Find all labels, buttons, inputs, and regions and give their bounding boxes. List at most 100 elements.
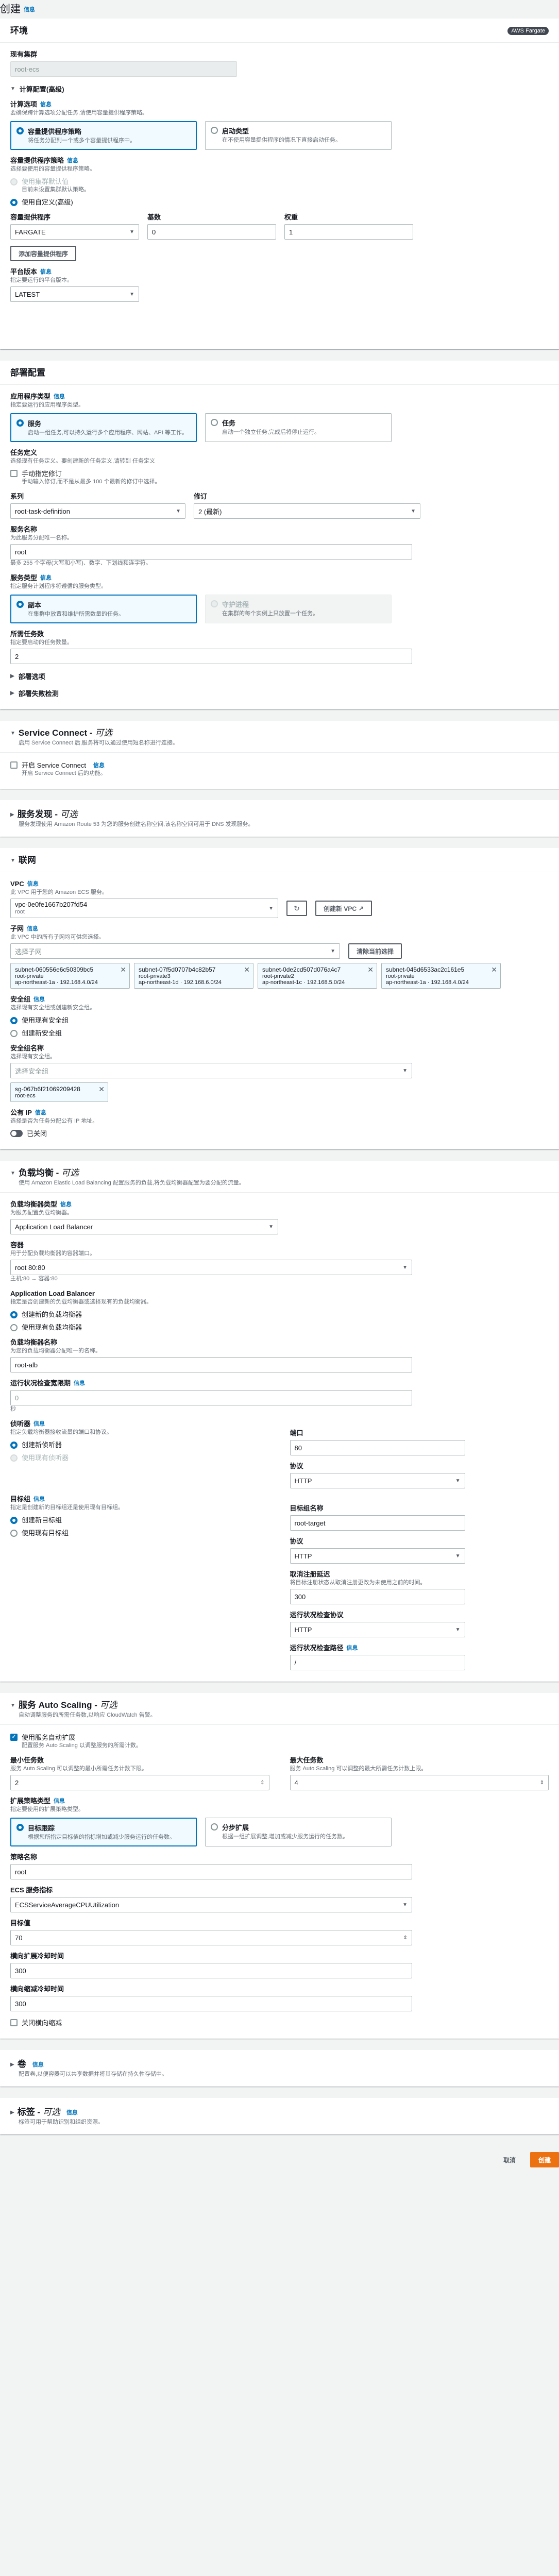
remove-icon[interactable]: ✕ <box>120 965 126 974</box>
provider-select[interactable]: FARGATE ▼ <box>10 224 139 240</box>
info-link[interactable]: 信息 <box>27 924 38 934</box>
capacity-strategy-tile[interactable]: 容量提供程序策略 将任务分配到一个或多个容量提供程序中。 <box>10 121 197 150</box>
info-link[interactable]: 信息 <box>33 1495 45 1504</box>
info-link[interactable]: 信息 <box>33 995 45 1004</box>
info-link[interactable]: 信息 <box>66 2108 78 2116</box>
enable-service-connect-checkbox[interactable]: 开启 Service Connect 信息 <box>10 760 549 770</box>
min-tasks-input[interactable]: 2 ⇕ <box>10 1775 269 1790</box>
manual-revision-checkbox[interactable]: 手动指定修订 <box>10 468 549 478</box>
cps-default-radio[interactable]: 使用集群默认值 <box>10 176 549 186</box>
info-link[interactable]: 信息 <box>54 1797 65 1806</box>
info-link[interactable]: 信息 <box>40 100 52 109</box>
caret-down-icon[interactable]: ▼ <box>10 858 15 863</box>
weight-input[interactable]: 1 <box>284 224 413 240</box>
info-link[interactable]: 信息 <box>27 879 39 889</box>
service-name-input[interactable]: root <box>10 544 412 560</box>
container-select[interactable]: root 80:80 ▼ <box>10 1260 412 1275</box>
info-link[interactable]: 信息 <box>33 1419 45 1429</box>
info-link[interactable]: 信息 <box>74 1379 85 1388</box>
target-value-input[interactable]: 70 ⇕ <box>10 1930 412 1945</box>
service-tile[interactable]: 服务 启动一组任务,可以持久运行多个应用程序、网站、API 等工作。 <box>10 413 197 442</box>
remove-icon[interactable]: ✕ <box>367 965 374 974</box>
info-link[interactable]: 信息 <box>54 392 65 401</box>
info-link[interactable]: 信息 <box>35 1108 46 1117</box>
alb-new-radio[interactable]: 创建新的负载均衡器 <box>10 1309 549 1319</box>
cps-custom-radio[interactable]: 使用自定义(高级) <box>10 197 549 207</box>
remove-icon[interactable]: ✕ <box>244 965 250 974</box>
alb-existing-radio[interactable]: 使用现有负载均衡器 <box>10 1322 549 1332</box>
caret-down-icon: ▼ <box>402 1264 408 1270</box>
metric-select[interactable]: ECSServiceAverageCPUUtilization ▼ <box>10 1897 412 1912</box>
lb-name-input[interactable]: root-alb <box>10 1357 412 1372</box>
sg-existing-radio[interactable]: 使用现有安全组 <box>10 1015 549 1025</box>
caret-right-icon[interactable]: ▶ <box>10 812 14 818</box>
hc-protocol-select[interactable]: HTTP ▼ <box>290 1622 465 1637</box>
create-vpc-button[interactable]: 创建新 VPC ↗ <box>315 901 372 916</box>
deploy-options-toggle[interactable]: ▶ 部署选项 <box>10 671 549 681</box>
base-input[interactable]: 0 <box>147 224 276 240</box>
public-ip-toggle[interactable]: 已关闭 <box>10 1128 549 1138</box>
stepper-icon[interactable]: ⇕ <box>403 1935 408 1941</box>
lbname-desc: 为您的负载均衡器分配唯一的名称。 <box>10 1348 101 1354</box>
add-provider-button[interactable]: 添加容量提供程序 <box>10 246 77 261</box>
hc-path-input[interactable]: / <box>290 1655 465 1670</box>
vpc-select[interactable]: vpc-0e0fe1667b207fd54 root ▼ <box>10 899 278 918</box>
grace-period-input[interactable]: 0 <box>10 1390 412 1405</box>
family-select[interactable]: root-task-definition ▼ <box>10 503 185 519</box>
lb-type-select[interactable]: Application Load Balancer ▼ <box>10 1219 278 1234</box>
platform-select[interactable]: LATEST ▼ <box>10 286 139 302</box>
max-tasks-input[interactable]: 4 ⇕ <box>290 1775 549 1790</box>
deregistration-input[interactable]: 300 <box>290 1589 465 1604</box>
caret-down-icon[interactable]: ▼ <box>10 731 15 736</box>
info-link[interactable]: 信息 <box>60 1200 72 1209</box>
platform-desc: 指定要运行的平台版本。 <box>10 277 73 283</box>
scale-out-input[interactable]: 300 <box>10 1963 412 1978</box>
revision-select[interactable]: 2 (最新) ▼ <box>194 503 420 519</box>
tg-existing-radio[interactable]: 使用现有目标组 <box>10 1528 269 1537</box>
radio-icon <box>10 1529 18 1537</box>
task-tile[interactable]: 任务 启动一个独立任务,完成后将停止运行。 <box>205 413 392 442</box>
subnet-tokens: subnet-060556e6c50309bc5 root-private ap-n… <box>10 963 549 989</box>
scale-in-input[interactable]: 300 <box>10 1996 412 2011</box>
tg-new-radio[interactable]: 创建新目标组 <box>10 1515 269 1524</box>
subnet-select[interactable]: 选择子网 ▼ <box>10 943 340 959</box>
step-scaling-tile[interactable]: 分步扩展 根据一组扩展调整,增加或减少服务运行的任务数。 <box>205 1818 392 1846</box>
target-tracking-tile[interactable]: 目标跟踪 根据您所指定目标值的指标增加或减少服务运行的任务数。 <box>10 1818 197 1846</box>
failure-detect-toggle[interactable]: ▶ 部署失败检测 <box>10 688 549 698</box>
sgname-label: 安全组名称 <box>10 1044 44 1052</box>
caret-down-icon[interactable]: ▼ <box>10 1703 15 1708</box>
info-link[interactable]: 信息 <box>24 5 35 13</box>
caret-right-icon[interactable]: ▶ <box>10 2110 14 2115</box>
stepper-icon[interactable]: ⇕ <box>540 1780 544 1786</box>
tg-protocol-select[interactable]: HTTP ▼ <box>290 1548 465 1564</box>
tg-name-input[interactable]: root-target <box>290 1515 465 1531</box>
info-link[interactable]: 信息 <box>32 2060 44 2069</box>
cancel-button[interactable]: 取消 <box>496 2152 523 2167</box>
remove-icon[interactable]: ✕ <box>491 965 497 974</box>
launch-type-tile[interactable]: 启动类型 在不使用容量提供程序的情况下直接启动任务。 <box>205 121 392 150</box>
port-input[interactable]: 80 <box>290 1440 465 1455</box>
info-link[interactable]: 信息 <box>93 761 105 769</box>
info-link[interactable]: 信息 <box>347 1643 358 1653</box>
policy-name-input[interactable]: root <box>10 1864 412 1879</box>
desired-tasks-input[interactable]: 2 <box>10 649 412 664</box>
remove-icon[interactable]: ✕ <box>98 1085 105 1094</box>
protocol-select[interactable]: HTTP ▼ <box>290 1473 465 1488</box>
replica-tile[interactable]: 副本 在集群中放置和维护所需数量的任务。 <box>10 595 197 623</box>
info-link[interactable]: 信息 <box>67 156 78 165</box>
listener-new-radio[interactable]: 创建新侦听器 <box>10 1439 269 1449</box>
sg-select[interactable]: 选择安全组 ▼ <box>10 1063 412 1078</box>
disable-scale-in-checkbox[interactable]: 关闭横向缩减 <box>10 2018 549 2027</box>
stepper-icon[interactable]: ⇕ <box>260 1780 264 1786</box>
compute-config-toggle[interactable]: ▼ 计算配置(高级) <box>10 84 549 94</box>
listener-existing-radio[interactable]: 使用现有侦听器 <box>10 1452 269 1462</box>
clear-subnets-button[interactable]: 清除当前选择 <box>348 943 402 959</box>
create-button[interactable]: 创建 <box>530 2152 559 2167</box>
refresh-icon[interactable]: ↻ <box>286 901 307 916</box>
caret-right-icon[interactable]: ▶ <box>10 2062 14 2067</box>
info-link[interactable]: 信息 <box>40 267 52 277</box>
use-autoscaling-checkbox[interactable]: ✓ 使用服务自动扩展 <box>10 1732 549 1742</box>
sg-new-radio[interactable]: 创建新安全组 <box>10 1028 549 1038</box>
info-link[interactable]: 信息 <box>40 573 52 583</box>
caret-down-icon[interactable]: ▼ <box>10 1171 15 1176</box>
